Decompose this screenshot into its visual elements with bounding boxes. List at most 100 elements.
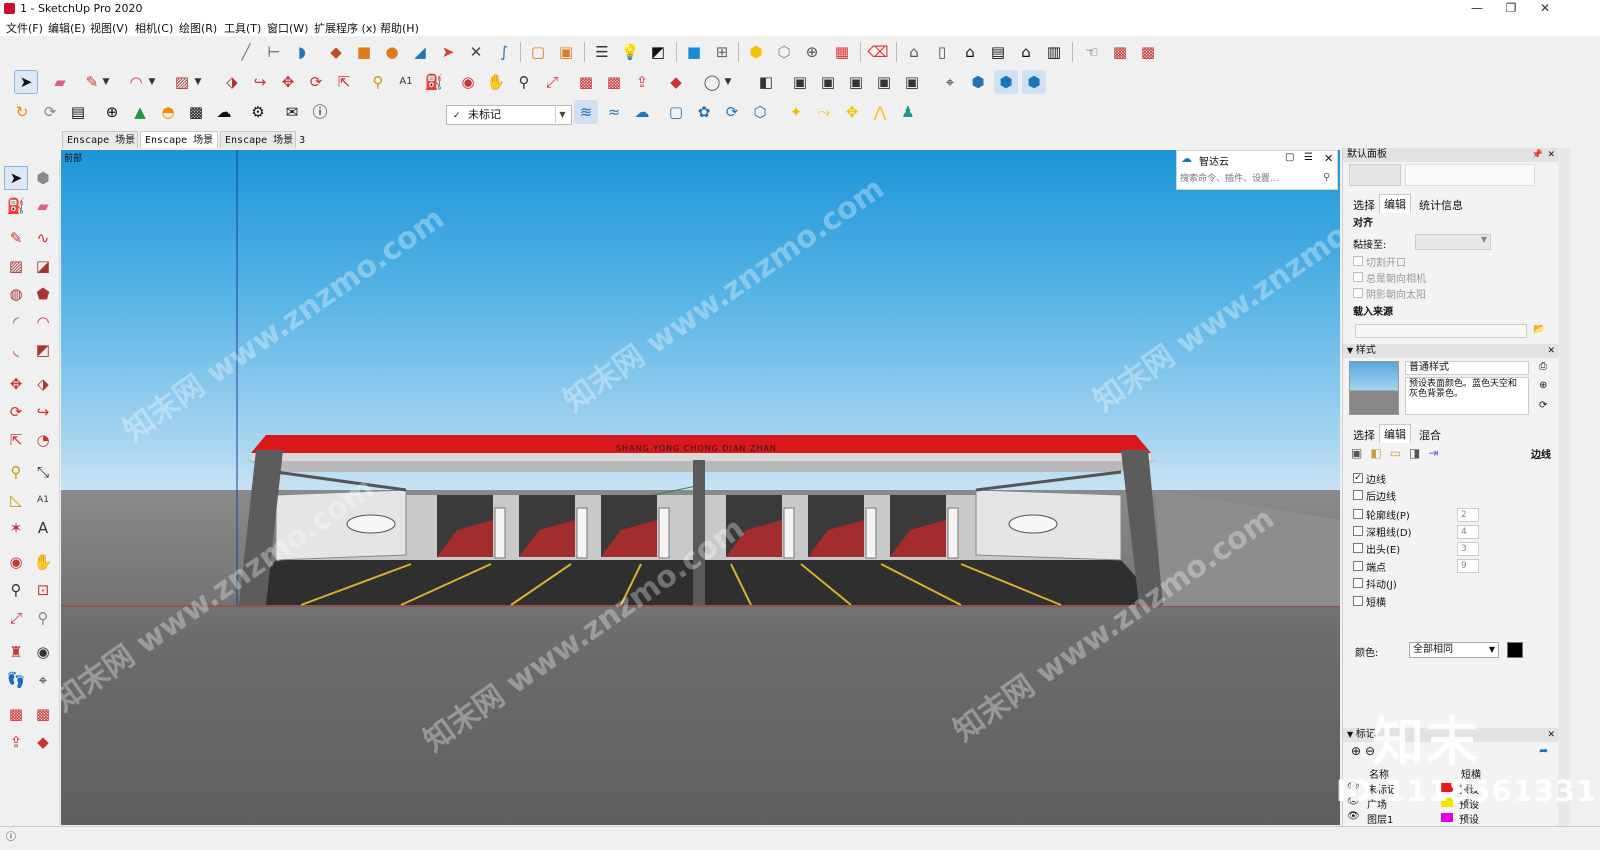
rotate-icon[interactable]: ⟳	[304, 70, 328, 94]
zoom-extents-icon[interactable]: ⤢	[540, 70, 564, 94]
previous-view-icon[interactable]: ⚲	[31, 606, 55, 630]
grid-color-icon[interactable]: ▦	[830, 40, 854, 64]
minimize-button[interactable]: —	[1460, 1, 1494, 17]
background-settings-icon[interactable]: ▭	[1390, 446, 1409, 460]
eye-icon[interactable]: 👁	[1347, 811, 1360, 822]
menu-camera[interactable]: 相机(C)	[135, 20, 173, 36]
panel-restore-icon[interactable]: ▢	[1285, 152, 1294, 163]
enscape-sun-icon[interactable]: ◓	[156, 100, 180, 124]
profile-icon[interactable]: ⋀	[868, 100, 892, 124]
xray-icon[interactable]: ⬢	[966, 70, 990, 94]
panel-menu-icon[interactable]: ☰	[1304, 152, 1313, 163]
edge-option-back[interactable]: 后边线	[1353, 488, 1396, 503]
edge-option-dash[interactable]: 短横	[1353, 594, 1386, 609]
component-select-icon[interactable]: ⬢	[31, 166, 55, 190]
home-icon[interactable]: ⌂	[958, 40, 982, 64]
erase-tag-icon[interactable]: ⌫	[866, 40, 890, 64]
pivot-icon[interactable]: ⊕	[800, 40, 824, 64]
pin-icon[interactable]: ✦	[784, 100, 808, 124]
zoom-window-icon[interactable]: ⊡	[31, 578, 55, 602]
enscape-material-icon[interactable]: ▩	[184, 100, 208, 124]
option-face-camera[interactable]: 总是朝向相机	[1353, 270, 1426, 285]
component-icon[interactable]: ▣	[554, 40, 578, 64]
follow-me-icon[interactable]: ◗	[290, 40, 314, 64]
menu-edit[interactable]: 编辑(E)	[48, 20, 86, 36]
tray-close-icon[interactable]: ✕	[1547, 148, 1555, 162]
box-icon[interactable]: ■	[352, 40, 376, 64]
rectangle-blue-icon[interactable]: ■	[682, 40, 706, 64]
menu-tools[interactable]: 工具(T)	[224, 20, 261, 36]
select-tool-icon[interactable]: ➤	[14, 70, 38, 94]
paint-icon[interactable]: ⛽	[4, 194, 28, 218]
arc-dropdown-icon[interactable]: ▼	[146, 70, 158, 94]
store-icon[interactable]: ▤	[986, 40, 1010, 64]
zoom-extents-left-icon[interactable]: ⤢	[4, 606, 28, 630]
style-tab-mix[interactable]: 混合	[1415, 426, 1445, 444]
bend-icon[interactable]: ∫	[492, 40, 516, 64]
light-bulb-icon[interactable]: 💡	[618, 40, 642, 64]
edge-option-depth[interactable]: 深粗线(D)	[1353, 524, 1412, 539]
rectangle-icon[interactable]: ▨	[170, 70, 194, 94]
rotate-left-icon[interactable]: ⟳	[4, 400, 28, 424]
add-tag-icon[interactable]: ⊕	[1351, 744, 1361, 758]
extrude-icon[interactable]: ◢	[408, 40, 432, 64]
hand-icon[interactable]: ☜	[1080, 40, 1104, 64]
panel-close-icon[interactable]: ✕	[1324, 152, 1333, 165]
enscape-add-icon[interactable]: ⊕	[100, 100, 124, 124]
tab-edit[interactable]: 编辑	[1379, 194, 1411, 213]
tag-select[interactable]: ✓ 未标记 ▼	[446, 105, 572, 125]
sweep-icon[interactable]: ➤	[436, 40, 460, 64]
front-view-icon[interactable]: ▣	[844, 70, 868, 94]
scene-tab-1[interactable]: Enscape 场景 1	[62, 131, 147, 148]
contrast-icon[interactable]: ◩	[646, 40, 670, 64]
axes-icon[interactable]: ✶	[4, 516, 28, 540]
cross-icon[interactable]: ✕	[464, 40, 488, 64]
endpoints-value[interactable]: 9	[1457, 559, 1479, 573]
menu-window[interactable]: 窗口(W)	[267, 20, 308, 36]
enscape-views-icon[interactable]: ▤	[66, 100, 90, 124]
menu-view[interactable]: 视图(V)	[90, 20, 128, 36]
tape-measure-icon[interactable]: ╱	[234, 40, 258, 64]
ruby-left-icon[interactable]: ◆	[31, 730, 55, 754]
group-icon[interactable]: ▢	[526, 40, 550, 64]
polygon-icon[interactable]: ⬟	[31, 282, 55, 306]
person-icon[interactable]: ♟	[896, 100, 920, 124]
tag-color-swatch[interactable]	[1441, 813, 1453, 822]
push-pull-tool-icon[interactable]: ⬗	[220, 70, 244, 94]
circle-icon[interactable]: ◍	[4, 282, 28, 306]
dimension-left-icon[interactable]: ⤡	[31, 460, 55, 484]
grid-select-icon[interactable]: ⊞	[710, 40, 734, 64]
watermark-settings-icon[interactable]: ◨	[1409, 446, 1428, 460]
tag-details-icon[interactable]: ➦	[1539, 744, 1548, 757]
user-dropdown-icon[interactable]: ▼	[722, 70, 734, 94]
follow-me-left-icon[interactable]: ↪	[31, 400, 55, 424]
style-refresh-icon[interactable]: ⟳	[1539, 400, 1547, 411]
shaded-icon[interactable]: ⬢	[1022, 70, 1046, 94]
text-icon[interactable]: A1	[394, 70, 418, 94]
cylinder-icon[interactable]: ●	[380, 40, 404, 64]
enscape-info-icon[interactable]: ⓘ	[308, 100, 332, 124]
share-left-icon[interactable]: ▩	[31, 702, 55, 726]
tab-select[interactable]: 选择	[1349, 196, 1379, 214]
eraser-icon[interactable]: ▰	[48, 70, 72, 94]
freehand-icon[interactable]: ∿	[31, 226, 55, 250]
maximize-button[interactable]: ❐	[1494, 1, 1528, 17]
door-icon[interactable]: ▯	[930, 40, 954, 64]
tray-scrollbar[interactable]	[1558, 148, 1570, 826]
edge-option-jitter[interactable]: 抖动(J)	[1353, 576, 1397, 591]
user-icon[interactable]: ◯	[700, 70, 724, 94]
edge-color-swatch[interactable]	[1507, 642, 1523, 658]
color-select[interactable]: 全部相同 ▼	[1409, 642, 1499, 658]
warehouse-left-icon[interactable]: ▩	[4, 702, 28, 726]
style-name-field[interactable]: 普通样式	[1405, 361, 1529, 375]
warehouse-3d-icon[interactable]: ▩	[574, 70, 598, 94]
tab-statistics[interactable]: 统计信息	[1415, 196, 1467, 214]
tape-icon[interactable]: ⚲	[366, 70, 390, 94]
orbit-icon[interactable]: ◉	[456, 70, 480, 94]
follow-me-tool-icon[interactable]: ↪	[248, 70, 272, 94]
soften-icon[interactable]: ≈	[602, 100, 626, 124]
two-point-arc-icon[interactable]: ◠	[31, 310, 55, 334]
command-search-input[interactable]	[1180, 171, 1334, 187]
folder-icon[interactable]: 📂	[1533, 324, 1545, 335]
section-plane-icon[interactable]: ⌖	[31, 668, 55, 692]
